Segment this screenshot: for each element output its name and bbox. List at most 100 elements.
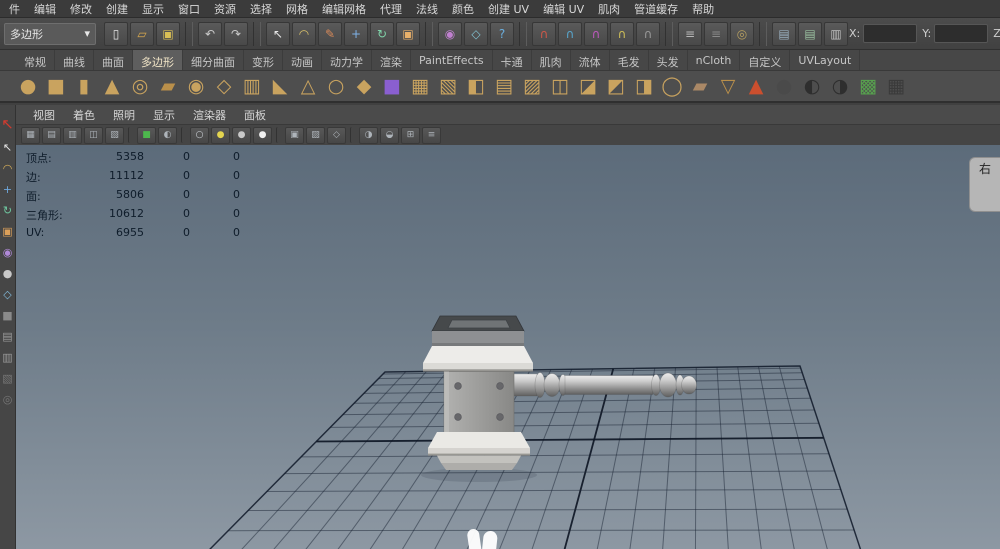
toolbar-icon[interactable]: ✎ — [318, 21, 342, 46]
panel-menu-item[interactable]: 面板 — [235, 107, 275, 123]
tool-box-icon[interactable]: ◉ — [3, 247, 13, 258]
toolbar-icon[interactable]: ∩ — [584, 21, 608, 46]
toolbar-icon[interactable]: ▥ — [824, 21, 848, 46]
menu-set-dropdown[interactable]: 多边形 ▾ — [4, 22, 96, 45]
shelf-tab[interactable]: 动画 — [283, 50, 322, 70]
toolbar-icon[interactable]: ↖ — [266, 21, 290, 46]
shelf-icon[interactable]: ▽ — [714, 72, 742, 100]
menu-item[interactable]: 创建 — [99, 0, 135, 18]
shelf-icon[interactable]: ◫ — [546, 72, 574, 100]
shelf-icon[interactable]: ■ — [42, 72, 70, 100]
shelf-tab[interactable]: 毛发 — [610, 50, 649, 70]
shelf-icon[interactable]: ■ — [378, 72, 406, 100]
panel-toolbar-icon[interactable]: ◫ — [84, 126, 103, 144]
menu-item[interactable]: 代理 — [373, 0, 409, 18]
shelf-icon[interactable]: ◆ — [350, 72, 378, 100]
panel-toolbar-icon[interactable]: ◑ — [359, 126, 378, 144]
tool-box-icon[interactable]: ▧ — [2, 373, 12, 384]
panel-menu-item[interactable]: 显示 — [144, 107, 184, 123]
menu-item[interactable]: 编辑网格 — [315, 0, 373, 18]
panel-toolbar-icon[interactable]: ■ — [137, 126, 156, 144]
shelf-icon[interactable]: ▥ — [238, 72, 266, 100]
menu-item[interactable]: 资源 — [207, 0, 243, 18]
panel-toolbar-icon[interactable]: ▨ — [306, 126, 325, 144]
menu-item[interactable]: 颜色 — [445, 0, 481, 18]
shelf-icon[interactable]: ◧ — [462, 72, 490, 100]
toolbar-icon[interactable] — [185, 21, 193, 46]
tool-box-icon[interactable]: ◎ — [3, 394, 13, 405]
panel-menu-item[interactable]: 着色 — [64, 107, 104, 123]
shelf-tab[interactable]: 自定义 — [740, 50, 791, 70]
menu-item[interactable]: 肌肉 — [591, 0, 627, 18]
panel-toolbar-icon[interactable]: ◒ — [380, 126, 399, 144]
tool-box-icon[interactable]: ▥ — [2, 352, 12, 363]
toolbar-icon[interactable]: ∩ — [610, 21, 634, 46]
toolbar-icon[interactable]: ? — [490, 21, 514, 46]
toolbar-icon[interactable]: ↶ — [198, 21, 222, 46]
shelf-icon[interactable]: ◩ — [602, 72, 630, 100]
toolbar-icon[interactable]: ◠ — [292, 21, 316, 46]
panel-toolbar-icon[interactable]: ◐ — [158, 126, 177, 144]
axis-input[interactable] — [863, 24, 918, 43]
panel-toolbar-icon[interactable] — [276, 127, 281, 143]
panel-toolbar-icon[interactable]: ▧ — [105, 126, 124, 144]
tool-box-icon[interactable]: ▤ — [2, 331, 12, 342]
shelf-tab[interactable]: PaintEffects — [411, 50, 493, 70]
shelf-tab[interactable]: 头发 — [649, 50, 688, 70]
menu-item[interactable]: 选择 — [243, 0, 279, 18]
shelf-icon[interactable]: ▲ — [742, 72, 770, 100]
shelf-tab[interactable]: 常规 — [16, 50, 55, 70]
shelf-tab[interactable]: UVLayout — [790, 50, 861, 70]
shelf-icon[interactable]: ▨ — [518, 72, 546, 100]
menu-item[interactable]: 件 — [2, 0, 27, 18]
shelf-icon[interactable]: ◣ — [266, 72, 294, 100]
shelf-icon[interactable]: ◯ — [658, 72, 686, 100]
menu-item[interactable]: 法线 — [409, 0, 445, 18]
panel-toolbar-icon[interactable] — [350, 127, 355, 143]
menu-item[interactable]: 显示 — [135, 0, 171, 18]
tool-box-icon[interactable]: ● — [3, 268, 13, 279]
shelf-icon[interactable]: ◉ — [182, 72, 210, 100]
toolbar-icon[interactable]: ▣ — [396, 21, 420, 46]
shelf-icon[interactable]: ◨ — [630, 72, 658, 100]
tool-box-icon[interactable]: ↖ — [3, 142, 12, 153]
tool-box-icon[interactable]: + — [3, 184, 12, 195]
shelf-icon[interactable]: △ — [294, 72, 322, 100]
tool-box-icon[interactable]: ↖ — [1, 117, 14, 132]
shelf-tab[interactable]: 渲染 — [372, 50, 411, 70]
shelf-tab[interactable]: 变形 — [244, 50, 283, 70]
hammer-handle[interactable] — [509, 372, 697, 398]
toolbar-icon[interactable]: ◉ — [438, 21, 462, 46]
toolbar-icon[interactable]: ∩ — [558, 21, 582, 46]
panel-toolbar-icon[interactable]: ● — [232, 126, 251, 144]
toolbar-icon[interactable] — [519, 21, 527, 46]
shelf-tab[interactable]: 流体 — [571, 50, 610, 70]
toolbar-icon[interactable]: ◎ — [730, 21, 754, 46]
toolbar-icon[interactable]: ∩ — [636, 21, 660, 46]
shelf-tab[interactable]: 卡通 — [493, 50, 532, 70]
menu-item[interactable]: 创建 UV — [481, 0, 536, 18]
shelf-icon[interactable]: ◐ — [798, 72, 826, 100]
shelf-icon[interactable]: ◑ — [826, 72, 854, 100]
tool-box-icon[interactable]: ◠ — [3, 163, 13, 174]
panel-menu-item[interactable]: 渲染器 — [184, 107, 235, 123]
shelf-icon[interactable]: ● — [770, 72, 798, 100]
shelf-icon[interactable]: ▦ — [406, 72, 434, 100]
menu-item[interactable]: 修改 — [63, 0, 99, 18]
toolbar-icon[interactable]: ≡ — [704, 21, 728, 46]
toolbar-icon[interactable]: ↷ — [224, 21, 248, 46]
panel-toolbar-icon[interactable]: ● — [211, 126, 230, 144]
shelf-tab[interactable]: 曲面 — [94, 50, 133, 70]
tool-box-icon[interactable]: ■ — [2, 310, 12, 321]
viewport-3d[interactable]: 顶点: 5358 0 0 边: 11112 0 0 面: 5806 0 0 三角… — [16, 145, 1000, 549]
panel-toolbar-icon[interactable]: ▣ — [285, 126, 304, 144]
shelf-icon[interactable]: ▧ — [434, 72, 462, 100]
shelf-tab[interactable]: 肌肉 — [532, 50, 571, 70]
toolbar-icon[interactable]: ◇ — [464, 21, 488, 46]
shelf-icon[interactable]: ◎ — [126, 72, 154, 100]
menu-item[interactable]: 网格 — [279, 0, 315, 18]
menu-item[interactable]: 帮助 — [685, 0, 721, 18]
shelf-tab[interactable]: 细分曲面 — [183, 50, 244, 70]
toolbar-icon[interactable] — [759, 21, 767, 46]
shelf-icon[interactable]: ▩ — [854, 72, 882, 100]
